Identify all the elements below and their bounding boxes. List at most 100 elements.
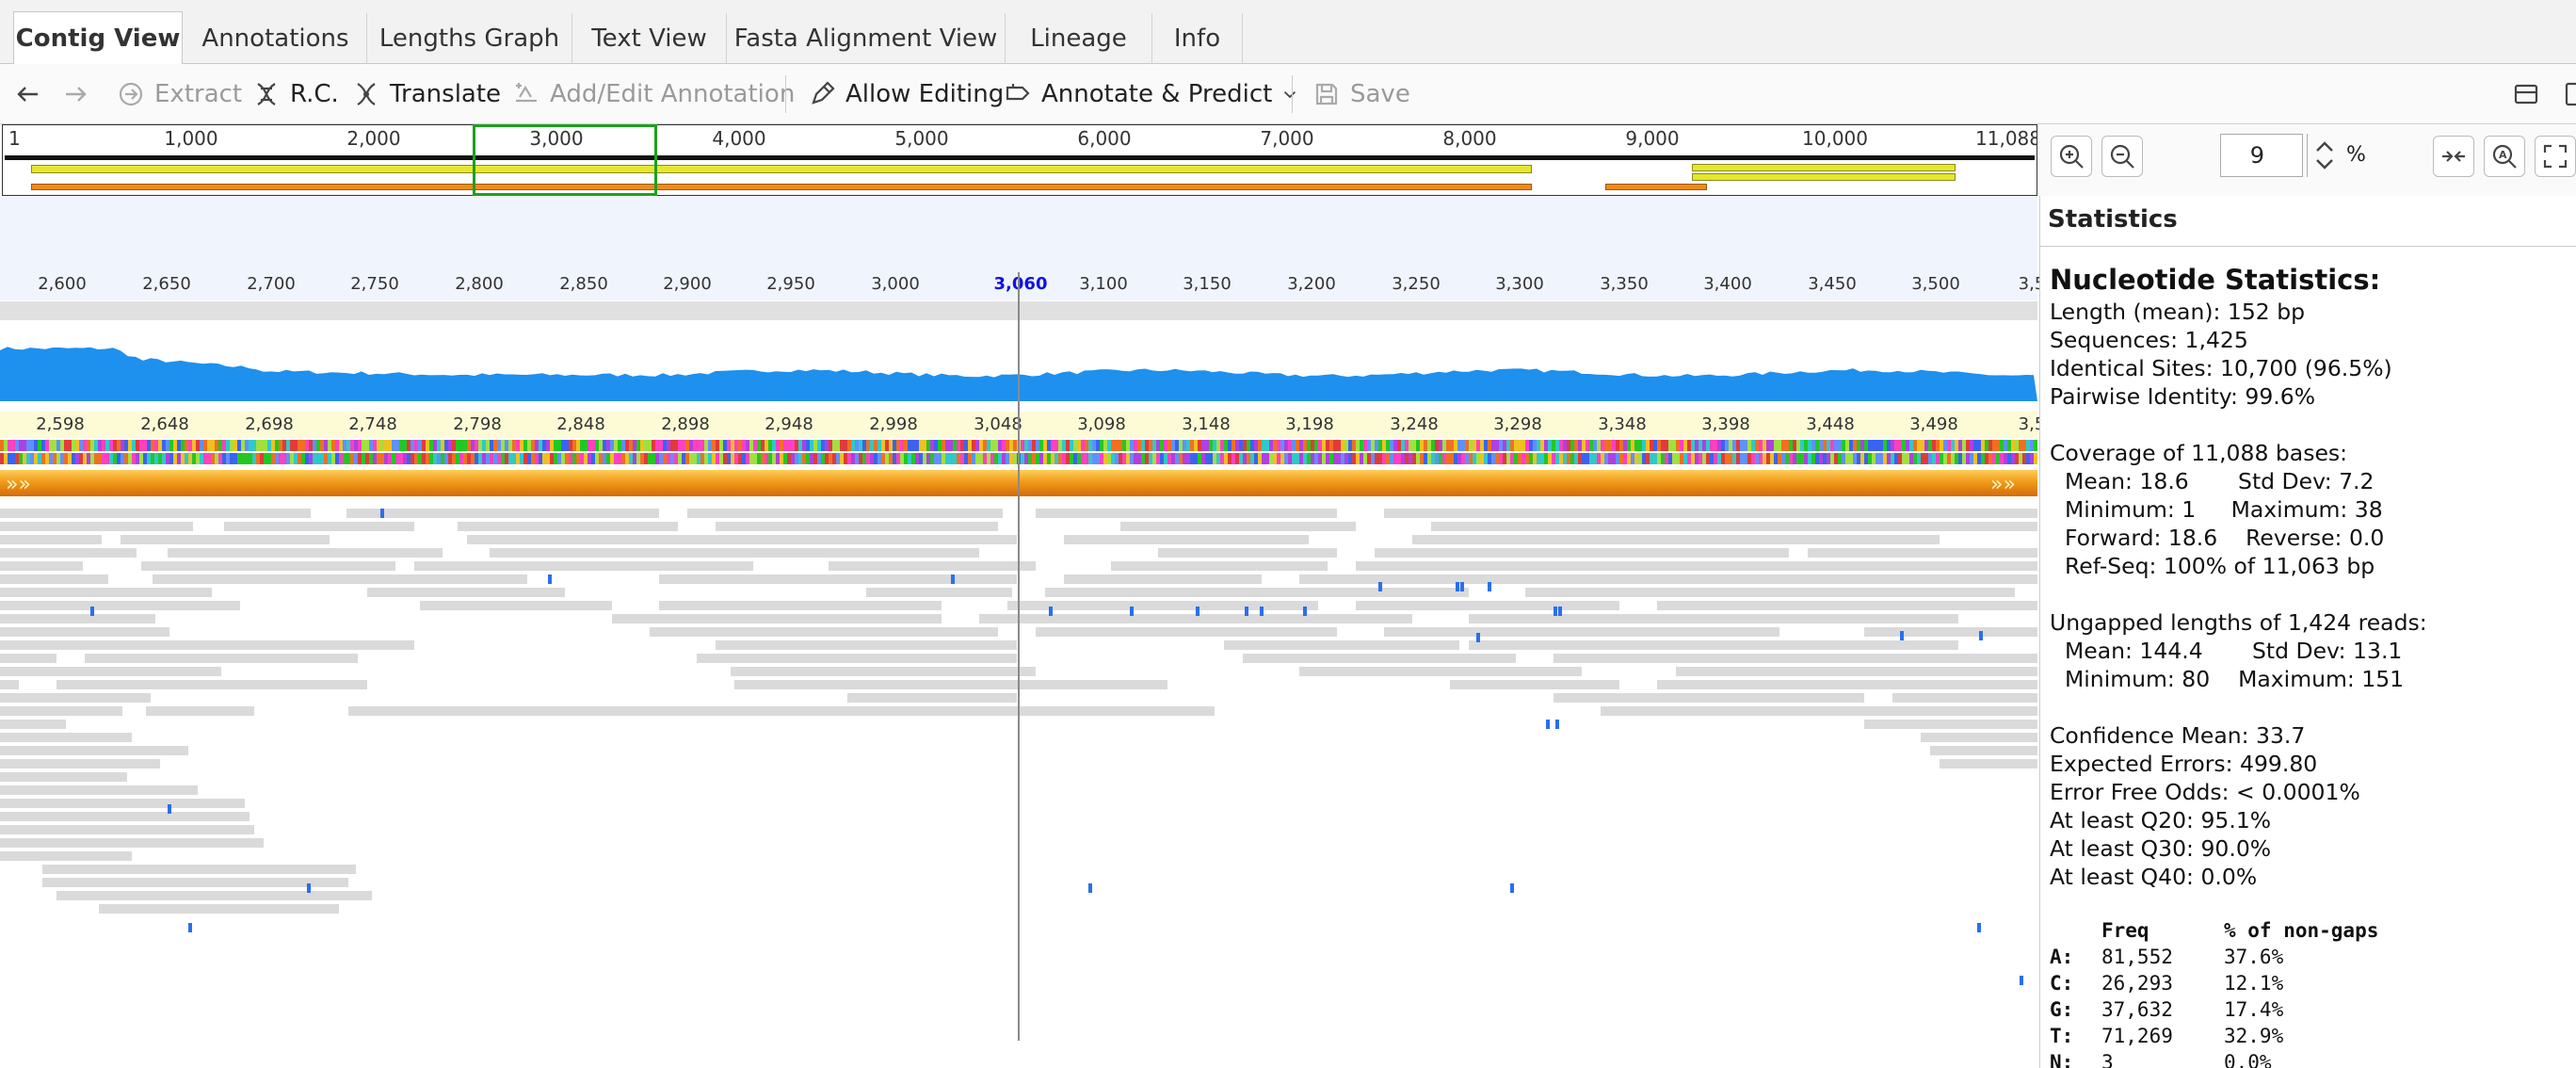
read[interactable] (0, 548, 137, 558)
read[interactable] (367, 588, 565, 597)
read[interactable] (0, 812, 250, 821)
read[interactable] (1120, 522, 1356, 531)
read[interactable] (1469, 614, 1958, 623)
sequence-overview[interactable]: 1 1,000 2,000 3,000 4,000 5,000 6,000 7,000 8,00… (2, 124, 2041, 196)
read[interactable] (0, 772, 127, 782)
read[interactable] (1007, 601, 1318, 610)
read[interactable] (0, 838, 264, 848)
tab-fasta-alignment-view[interactable]: Fasta Alignment View (727, 13, 1006, 64)
read[interactable] (99, 904, 339, 914)
read[interactable] (1412, 535, 1940, 544)
tab-contig-view[interactable]: Contig View (13, 11, 183, 65)
read[interactable] (0, 680, 19, 689)
read[interactable] (414, 561, 753, 571)
read[interactable] (1299, 574, 2037, 584)
read[interactable] (1930, 746, 2037, 755)
tab-lineage[interactable]: Lineage (1006, 13, 1152, 64)
read[interactable] (1064, 574, 1262, 584)
tab-text-view[interactable]: Text View (572, 13, 727, 64)
layout-button[interactable] (2512, 64, 2540, 124)
read[interactable] (687, 509, 1003, 518)
read[interactable] (1111, 561, 1328, 571)
read[interactable] (612, 614, 942, 623)
read[interactable] (153, 574, 527, 584)
zoom-input[interactable]: 9 (2220, 134, 2303, 177)
read[interactable] (1356, 561, 2037, 571)
read[interactable] (467, 535, 1017, 544)
read[interactable] (42, 878, 348, 887)
fullscreen-button[interactable] (2535, 136, 2576, 177)
fit-width-button[interactable] (2433, 136, 2474, 177)
annotate-predict-button[interactable]: Annotate & Predict (1004, 64, 1298, 124)
read[interactable] (1469, 640, 1958, 650)
read[interactable] (1045, 588, 1469, 597)
read[interactable] (168, 548, 443, 558)
read[interactable] (146, 706, 254, 716)
forward-button[interactable] (62, 64, 90, 124)
read[interactable] (650, 627, 998, 637)
read[interactable] (1657, 601, 2037, 610)
read[interactable] (121, 535, 330, 544)
read[interactable] (85, 654, 358, 663)
read[interactable] (1450, 680, 1619, 689)
read[interactable] (0, 851, 132, 861)
read[interactable] (1036, 509, 1337, 518)
translate-button[interactable]: Translate (352, 64, 501, 124)
reverse-complement-button[interactable]: R.C. (252, 64, 339, 124)
read[interactable] (0, 746, 188, 755)
extract-button[interactable]: Extract (117, 64, 242, 124)
read[interactable] (0, 522, 193, 531)
read[interactable] (0, 535, 102, 544)
read[interactable] (716, 640, 1017, 650)
read[interactable] (1158, 548, 1337, 558)
back-button[interactable] (13, 64, 41, 124)
read[interactable] (847, 693, 1017, 703)
read[interactable] (1554, 693, 1864, 703)
read[interactable] (1525, 588, 2015, 597)
read[interactable] (141, 561, 395, 571)
read[interactable] (0, 654, 56, 663)
zoom-in-button[interactable] (2051, 136, 2092, 177)
zoom-to-bases-button[interactable]: A (2484, 136, 2525, 177)
read[interactable] (1384, 627, 1779, 637)
read[interactable] (734, 680, 1167, 689)
read[interactable] (224, 522, 414, 531)
read[interactable] (1431, 522, 2037, 531)
read[interactable] (0, 759, 160, 769)
read[interactable] (659, 574, 1017, 584)
read[interactable] (1601, 706, 2037, 716)
read[interactable] (0, 561, 83, 571)
read[interactable] (0, 825, 254, 834)
read[interactable] (0, 588, 212, 597)
read[interactable] (0, 693, 151, 703)
read[interactable] (1892, 693, 2037, 703)
read[interactable] (0, 640, 414, 650)
read[interactable] (0, 667, 221, 676)
read[interactable] (1356, 601, 1619, 610)
panel-toggle-button[interactable] (2563, 64, 2576, 124)
tab-annotations[interactable]: Annotations (185, 13, 367, 64)
read[interactable] (1375, 548, 1789, 558)
read[interactable] (1657, 680, 2037, 689)
read[interactable] (0, 706, 122, 716)
zoom-out-button[interactable] (2101, 136, 2143, 177)
overview-viewport-selection[interactable] (473, 124, 657, 196)
read[interactable] (346, 509, 659, 518)
read[interactable] (0, 733, 132, 742)
read[interactable] (1940, 759, 2037, 769)
read[interactable] (56, 891, 372, 900)
read[interactable] (716, 522, 998, 531)
current-position-cursor[interactable] (1018, 272, 1020, 1041)
read[interactable] (0, 601, 240, 610)
read[interactable] (1064, 535, 1309, 544)
read[interactable] (490, 548, 979, 558)
read[interactable] (0, 574, 108, 584)
read[interactable] (0, 509, 311, 518)
read[interactable] (1864, 720, 2037, 729)
read[interactable] (0, 720, 66, 729)
read[interactable] (1243, 654, 1516, 663)
read[interactable] (1299, 667, 1582, 676)
read[interactable] (1808, 548, 2037, 558)
zoom-stepper[interactable] (2307, 134, 2341, 177)
read[interactable] (0, 614, 155, 623)
